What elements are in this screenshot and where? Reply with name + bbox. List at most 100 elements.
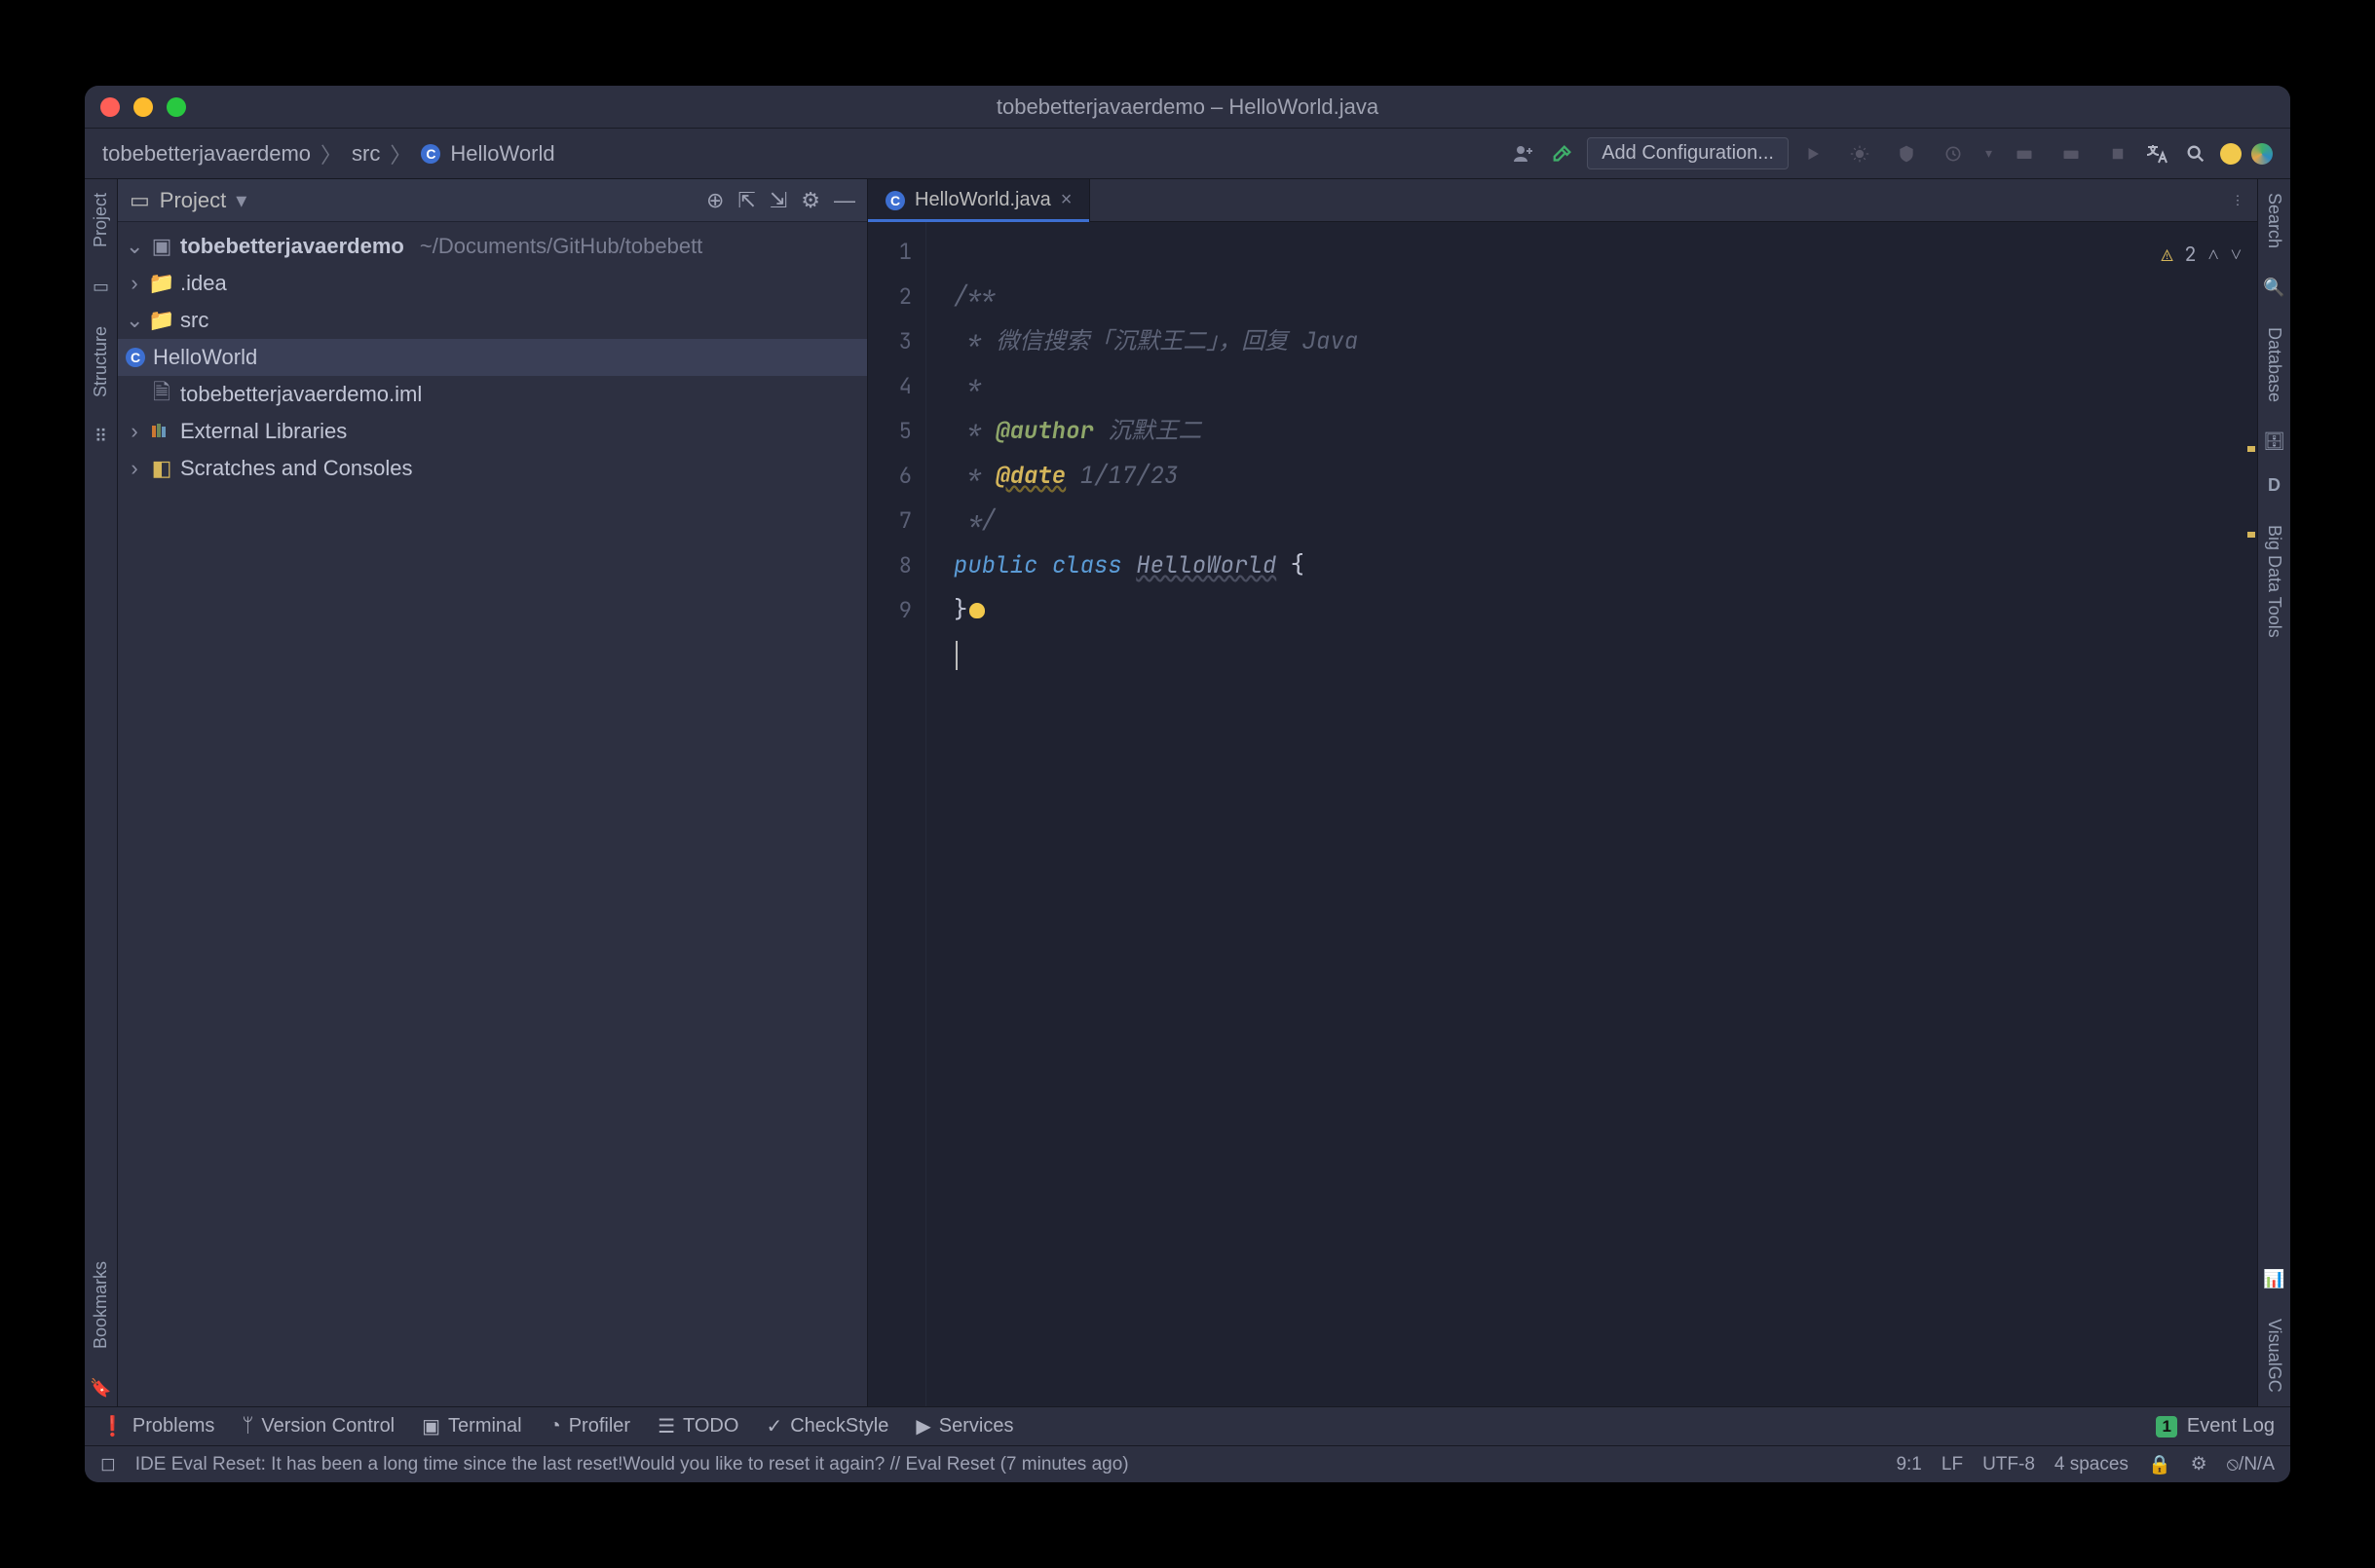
chevron-down-icon[interactable]: ⌄	[126, 308, 143, 333]
status-indent[interactable]: 4 spaces	[2055, 1454, 2129, 1475]
code-token: 1/17/23	[1066, 461, 1178, 491]
problems-button[interactable]: ❗ Problems	[100, 1414, 214, 1438]
maximize-icon[interactable]	[167, 97, 186, 117]
search-tool-button[interactable]: Search	[2264, 187, 2284, 254]
add-configuration-button[interactable]: Add Configuration...	[1587, 137, 1789, 169]
tree-src-dir[interactable]: ⌄ 📁 src	[118, 302, 867, 339]
breadcrumb-folder[interactable]: src	[352, 141, 380, 167]
chevron-right-icon[interactable]: ›	[126, 456, 143, 481]
search-tool-icon[interactable]: 🔍	[2263, 278, 2284, 298]
coverage-icon[interactable]	[1892, 139, 1921, 168]
intention-bulb-icon[interactable]	[969, 603, 985, 618]
right-tool-rail: Search 🔍 Database 🗄 D Big Data Tools 📊 V…	[2257, 179, 2290, 1406]
chevron-right-icon[interactable]: ›	[126, 271, 143, 296]
d-label[interactable]: D	[2268, 475, 2281, 496]
project-tool-button[interactable]: Project	[91, 187, 111, 253]
checkstyle-button[interactable]: ✓ CheckStyle	[766, 1414, 888, 1438]
breadcrumb-file[interactable]: HelloWorld	[450, 141, 554, 167]
collapse-all-icon[interactable]: ⇲	[770, 188, 787, 213]
project-tool-icon[interactable]: ▭	[93, 277, 109, 297]
status-readonly[interactable]: ⦸/N/A	[2227, 1454, 2275, 1475]
project-panel-title[interactable]: Project	[160, 188, 226, 213]
chevron-right-icon[interactable]: ›	[126, 419, 143, 444]
terminal-button[interactable]: ▣ Terminal	[422, 1414, 521, 1438]
translate-icon[interactable]	[2142, 139, 2171, 168]
vcs-button[interactable]: ᛘ Version Control	[242, 1415, 395, 1437]
gear-icon[interactable]: ⚙	[801, 188, 820, 213]
visualgc-tool-button[interactable]: VisualGC	[2264, 1313, 2284, 1399]
prev-highlight-icon[interactable]: ˄	[2207, 232, 2218, 277]
checkstyle-icon: ✓	[766, 1414, 782, 1438]
services-button[interactable]: ▶ Services	[916, 1414, 1013, 1438]
profile-icon[interactable]	[1939, 139, 1968, 168]
code-token: /**	[954, 281, 996, 312]
notification-icon[interactable]	[2220, 143, 2242, 165]
breadcrumb-project[interactable]: tobebetterjavaerdemo	[102, 141, 311, 167]
code-token: }	[954, 595, 967, 625]
minimize-icon[interactable]	[133, 97, 153, 117]
tree-idea-dir[interactable]: › 📁 .idea	[118, 265, 867, 302]
expand-all-icon[interactable]: ⇱	[737, 188, 755, 213]
chevron-down-icon[interactable]: ▾	[1985, 145, 1992, 162]
database-tool-button[interactable]: Database	[2264, 321, 2284, 408]
error-stripe-mark[interactable]	[2247, 446, 2255, 452]
file-icon: 🗎	[151, 384, 172, 405]
profiler-button[interactable]: ◔ Profiler	[549, 1415, 630, 1437]
attach-icon[interactable]	[2010, 139, 2039, 168]
project-icon: ▣	[151, 236, 172, 257]
tab-more-icon[interactable]: ⋮	[2218, 179, 2257, 221]
status-encoding[interactable]: UTF-8	[1982, 1454, 2035, 1475]
tree-label: Scratches and Consoles	[180, 456, 412, 481]
editor-body[interactable]: 1 2 3 4 5 6 7 8 9 /** * 微信搜索「沉默王二」，回复 Ja…	[868, 222, 2257, 1406]
visualgc-tool-icon[interactable]: 📊	[2263, 1269, 2284, 1289]
avatar-plus-icon[interactable]	[1509, 139, 1538, 168]
chevron-down-icon[interactable]: ⌄	[126, 234, 143, 259]
tree-ext-libs[interactable]: › External Libraries	[118, 413, 867, 450]
status-message[interactable]: IDE Eval Reset: It has been a long time …	[135, 1454, 1129, 1475]
next-highlight-icon[interactable]: ˅	[2231, 232, 2242, 277]
space-icon[interactable]	[2251, 143, 2273, 165]
tab-helloworld[interactable]: C HelloWorld.java ×	[868, 179, 1090, 221]
class-icon: C	[126, 348, 145, 367]
close-tab-icon[interactable]: ×	[1061, 189, 1073, 211]
structure-tool-icon[interactable]: ⠿	[94, 427, 107, 447]
tree-iml-file[interactable]: 🗎 tobebetterjavaerdemo.iml	[118, 376, 867, 413]
lock-icon[interactable]: 🔒	[2148, 1453, 2171, 1476]
class-icon: C	[886, 191, 905, 210]
tree-root[interactable]: ⌄ ▣ tobebetterjavaerdemo ~/Documents/Git…	[118, 228, 867, 265]
tree-scratches[interactable]: › ◧ Scratches and Consoles	[118, 450, 867, 487]
tree-class-helloworld[interactable]: C HelloWorld	[118, 339, 867, 376]
line-number: 2	[868, 275, 912, 319]
event-log-badge: 1	[2156, 1416, 2176, 1437]
show-tool-windows-icon[interactable]: ◻	[100, 1453, 116, 1475]
attach2-icon[interactable]	[2056, 139, 2086, 168]
code-area[interactable]: /** * 微信搜索「沉默王二」，回复 Java * * @author 沉默王…	[926, 222, 2257, 1406]
close-icon[interactable]	[100, 97, 120, 117]
bottom-tool-bar: ❗ Problems ᛘ Version Control ▣ Terminal …	[85, 1406, 2290, 1445]
big-data-tool-button[interactable]: Big Data Tools	[2264, 519, 2284, 644]
project-tree[interactable]: ⌄ ▣ tobebetterjavaerdemo ~/Documents/Git…	[118, 222, 867, 1406]
code-token: {	[1276, 550, 1304, 580]
status-position[interactable]: 9:1	[1896, 1454, 1921, 1475]
window-title: tobebetterjavaerdemo – HelloWorld.java	[85, 94, 2290, 120]
tree-root-label: tobebetterjavaerdemo	[180, 234, 404, 259]
inspection-widget[interactable]: ⚠ 2 ˄ ˅	[2161, 232, 2242, 277]
search-icon[interactable]	[2181, 139, 2210, 168]
todo-button[interactable]: ☰ TODO	[658, 1414, 738, 1438]
hide-icon[interactable]: —	[834, 188, 855, 213]
chevron-down-icon[interactable]: ▾	[236, 188, 246, 213]
error-stripe-mark[interactable]	[2247, 532, 2255, 538]
structure-tool-button[interactable]: Structure	[91, 320, 111, 403]
code-token: *	[954, 326, 996, 356]
bookmarks-tool-button[interactable]: Bookmarks	[91, 1255, 111, 1355]
stop-icon[interactable]	[2103, 139, 2132, 168]
run-icon[interactable]	[1798, 139, 1828, 168]
event-log-button[interactable]: Event Log	[2187, 1415, 2275, 1437]
hammer-icon[interactable]	[1548, 139, 1577, 168]
bookmarks-tool-icon[interactable]: 🔖	[90, 1378, 111, 1399]
database-tool-icon[interactable]: 🗄	[2263, 431, 2285, 452]
select-opened-icon[interactable]: ⊕	[706, 188, 724, 213]
ide-status-icon[interactable]: ⚙	[2191, 1453, 2207, 1475]
debug-icon[interactable]	[1845, 139, 1874, 168]
status-line-sep[interactable]: LF	[1941, 1454, 1963, 1475]
